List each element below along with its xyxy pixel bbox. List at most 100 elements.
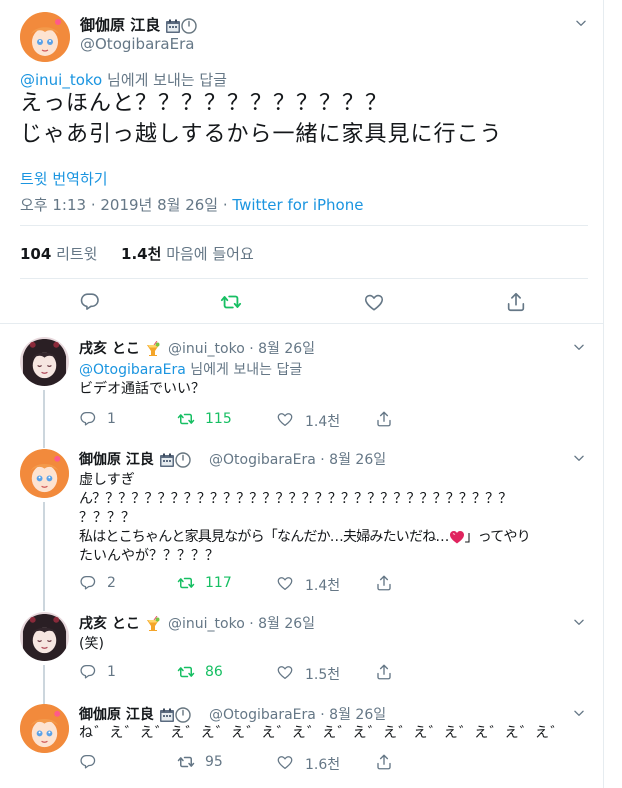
reply-icon[interactable]: [79, 753, 97, 771]
retweet-icon[interactable]: [177, 753, 195, 771]
calendar-icon: [165, 18, 181, 34]
display-name[interactable]: 御伽原 江良: [80, 14, 197, 35]
reply-context: @OtogibaraEra 님에게 보내는 답글: [79, 359, 302, 379]
main-tweet: 御伽原 江良 @OtogibaraEra @inui_toko 님에게 보내는 …: [0, 0, 604, 324]
reply-icon[interactable]: [79, 410, 97, 428]
reply-icon[interactable]: [79, 291, 101, 313]
display-name-text[interactable]: 御伽原 江良: [80, 16, 160, 34]
retweet-count: 104: [20, 245, 52, 263]
like-stat[interactable]: 1.4천 마음에 들어요: [121, 245, 254, 263]
chevron-down-icon[interactable]: [572, 451, 586, 465]
avatar[interactable]: [20, 704, 69, 753]
retweet-icon[interactable]: [177, 410, 195, 428]
display-name[interactable]: 御伽原 江良: [79, 449, 191, 469]
handle-and-date[interactable]: @inui_toko · 8월 26일: [168, 338, 315, 358]
reply-to-suffix: 님에게 보내는 답글: [185, 362, 303, 378]
display-name[interactable]: 戌亥 とこ: [79, 613, 161, 633]
thread-connector: [43, 390, 45, 436]
display-name-text[interactable]: 御伽原 江良: [79, 452, 154, 468]
chevron-down-icon[interactable]: [572, 706, 586, 720]
share-icon[interactable]: [375, 753, 393, 771]
retweet-count: 117: [205, 575, 232, 591]
source-link[interactable]: Twitter for iPhone: [232, 196, 363, 214]
like-count: 1.4천: [121, 245, 162, 263]
reply-text-line: ビデオ通話でいい？: [79, 381, 205, 397]
tweet-stats: 104 리트윗 1.4천 마음에 들어요: [20, 243, 254, 264]
reply-context: @inui_toko 님에게 보내는 답글: [20, 69, 227, 90]
avatar[interactable]: [20, 12, 70, 62]
retweet-count: 86: [205, 664, 223, 680]
like-icon[interactable]: [276, 753, 294, 771]
divider: [20, 225, 588, 226]
retweet-icon[interactable]: [220, 291, 242, 313]
translate-tweet-link[interactable]: 트윗 번역하기: [20, 168, 108, 189]
handle-and-date[interactable]: @OtogibaraEra · 8월 26일: [209, 449, 386, 469]
timeline-column: 御伽原 江良 @OtogibaraEra @inui_toko 님에게 보내는 …: [0, 0, 604, 788]
display-name-text[interactable]: 戌亥 とこ: [79, 616, 140, 632]
display-name-text[interactable]: 戌亥 とこ: [79, 341, 140, 357]
retweet-icon[interactable]: [177, 574, 195, 592]
reply-icon[interactable]: [79, 574, 97, 592]
thread-connector: [43, 600, 45, 611]
drink-icon: [145, 616, 161, 632]
reply-to-handle-link[interactable]: @inui_toko: [20, 71, 102, 89]
like-icon[interactable]: [276, 663, 294, 681]
like-icon[interactable]: [276, 574, 294, 592]
retweet-icon[interactable]: [177, 663, 195, 681]
share-icon[interactable]: [375, 663, 393, 681]
clock-icon: [175, 452, 191, 468]
reply-icon[interactable]: [79, 663, 97, 681]
reply-tweet[interactable]: 戌亥 とこ @inui_toko · 8월 26일 (笑) 1 86 1.5천: [0, 600, 604, 698]
drink-icon: [145, 341, 161, 357]
thread-connector: [43, 502, 45, 600]
chevron-down-icon[interactable]: [572, 340, 586, 354]
like-icon[interactable]: [363, 291, 385, 313]
reply-text-segment: 私はとこちゃんと家具見ながら「なんだか…夫婦みたいだね…: [79, 529, 449, 545]
avatar[interactable]: [20, 337, 69, 386]
tweet-text-line-2: じゃあ引っ越しするから一緒に家具見に行こう: [20, 122, 503, 147]
like-stat-label: 마음에 들어요: [161, 245, 254, 263]
reply-text-line: (笑): [79, 636, 104, 652]
reply-text-line: 私はとこちゃんと家具見ながら「なんだか…夫婦みたいだね… 」ってやり: [79, 527, 531, 548]
handle-and-date[interactable]: @OtogibaraEra · 8월 26일: [209, 704, 386, 724]
like-icon[interactable]: [276, 410, 294, 428]
reply-tweet[interactable]: 御伽原 江良 @OtogibaraEra · 8월 26일 虚しすぎ ん？？？？…: [0, 436, 604, 600]
clock-icon: [175, 707, 191, 723]
reply-tweet[interactable]: 戌亥 とこ @inui_toko · 8월 26일 @OtogibaraEra …: [0, 324, 604, 436]
reply-to-suffix: 님에게 보내는 답글: [102, 71, 227, 89]
calendar-icon: [159, 452, 175, 468]
reply-count: 1: [107, 664, 116, 680]
thread-connector: [43, 665, 45, 698]
reply-text-line: 虚しすぎ: [79, 472, 135, 488]
reply-to-handle-link[interactable]: @OtogibaraEra: [79, 362, 186, 378]
avatar[interactable]: [20, 612, 69, 661]
share-icon[interactable]: [505, 291, 527, 313]
reply-count: 2: [107, 575, 116, 591]
retweet-stat[interactable]: 104 리트윗: [20, 245, 97, 263]
chevron-down-icon[interactable]: [572, 615, 586, 629]
display-name[interactable]: 御伽原 江良: [79, 704, 191, 724]
calendar-icon: [159, 707, 175, 723]
display-name[interactable]: 戌亥 とこ: [79, 338, 161, 358]
reply-text-line: ね゛え゛え゛え゛え゛え゛え゛え゛え゛え゛え゛え゛え゛え゛え゛え゛: [79, 725, 566, 741]
like-count: 1.5천: [305, 667, 341, 683]
reply-text-line: たいんやが？？？？？: [79, 548, 219, 564]
user-handle[interactable]: @OtogibaraEra: [80, 35, 194, 53]
reply-count: 1: [107, 411, 116, 427]
share-icon[interactable]: [375, 574, 393, 592]
display-name-text[interactable]: 御伽原 江良: [79, 707, 154, 723]
share-icon[interactable]: [375, 410, 393, 428]
like-count: 1.4천: [305, 414, 341, 430]
handle-and-date[interactable]: @inui_toko · 8월 26일: [168, 613, 315, 633]
chevron-down-icon[interactable]: [574, 16, 588, 30]
avatar[interactable]: [20, 449, 69, 498]
reply-text-line: ？？？？: [79, 510, 135, 526]
heart-emoji-icon: [449, 529, 465, 545]
timestamp[interactable]: 오후 1:13 · 2019년 8월 26일 ·: [20, 196, 232, 214]
retweet-count: 95: [205, 754, 223, 770]
like-count: 1.6천: [305, 757, 341, 773]
divider: [20, 278, 588, 279]
reply-tweet[interactable]: 御伽原 江良 @OtogibaraEra · 8월 26일 ね゛え゛え゛え゛え゛…: [0, 698, 604, 788]
retweet-stat-label: 리트윗: [51, 245, 98, 263]
clock-icon: [181, 18, 197, 34]
